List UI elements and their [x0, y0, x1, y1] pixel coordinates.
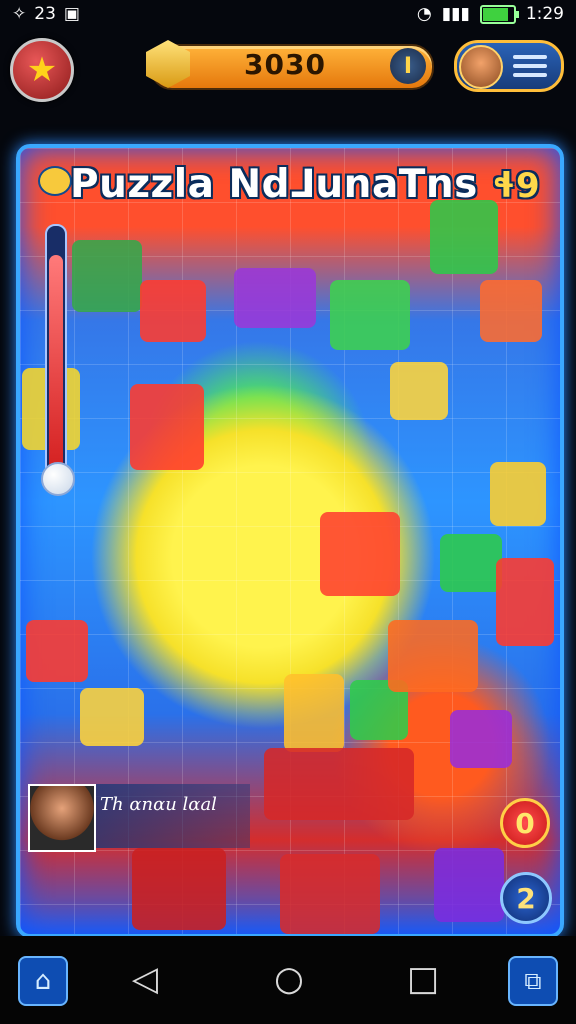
- home-circle-button[interactable]: ○: [266, 956, 312, 1002]
- puzzle-piece[interactable]: [80, 688, 144, 746]
- progress-fill: [49, 255, 63, 476]
- home-icon: ⌂: [34, 966, 52, 996]
- puzzle-piece[interactable]: [280, 854, 380, 934]
- red-count-badge[interactable]: 0: [500, 798, 550, 848]
- status-bar: ✧ 23 ▣ ◔ ▮▮▮ 1:29: [0, 0, 576, 30]
- sync-icon: ✧: [12, 4, 27, 24]
- puzzle-board[interactable]: Puzzla Nd⅃unaTns ɬ9 Th ɑnɑu lɑal 0 2: [16, 144, 564, 938]
- menu-icon: [513, 55, 547, 82]
- puzzle-piece[interactable]: [490, 462, 546, 526]
- status-left: ✧ 23 ▣: [12, 4, 80, 24]
- puzzle-piece[interactable]: [140, 280, 206, 342]
- puzzle-piece[interactable]: [434, 848, 504, 922]
- board-title: Puzzla Nd⅃unaTns ɬ9: [70, 162, 540, 207]
- player-card: Th ɑnɑu lɑal: [28, 784, 250, 852]
- puzzle-piece[interactable]: [480, 280, 542, 342]
- score-action-button[interactable]: I: [390, 48, 426, 84]
- wifi-icon: ◔: [416, 4, 432, 24]
- player-name: Th ɑnɑu lɑal: [100, 794, 217, 815]
- progress-track: [45, 224, 67, 478]
- puzzle-piece[interactable]: [132, 848, 226, 930]
- recents-button[interactable]: □: [400, 956, 446, 1002]
- board-title-suffix: ɬ9: [491, 166, 541, 206]
- puzzle-piece[interactable]: [234, 268, 316, 328]
- home-button[interactable]: ⌂: [18, 956, 68, 1006]
- puzzle-piece[interactable]: [496, 558, 554, 646]
- board-title-text: Puzzla Nd⅃unaTns: [70, 162, 478, 207]
- avatar: [459, 45, 503, 89]
- clock: 1:29: [525, 4, 564, 24]
- progress-handle[interactable]: [41, 462, 75, 496]
- screenshot-icon: ▣: [63, 4, 80, 24]
- puzzle-piece[interactable]: [264, 748, 414, 820]
- score-value: 3030: [244, 48, 326, 81]
- puzzle-piece[interactable]: [72, 240, 142, 312]
- back-icon: ◁: [131, 959, 159, 999]
- status-right: ◔ ▮▮▮ 1:29: [417, 4, 564, 24]
- puzzle-piece[interactable]: [430, 200, 498, 274]
- puzzle-piece[interactable]: [26, 620, 88, 682]
- puzzle-piece[interactable]: [320, 512, 400, 596]
- tasks-icon: ⧉: [524, 967, 542, 995]
- profile-menu-button[interactable]: [454, 40, 564, 92]
- puzzle-piece[interactable]: [388, 620, 478, 692]
- status-left-number: 23: [34, 4, 56, 24]
- battery-icon: [479, 4, 519, 24]
- puzzle-piece[interactable]: [330, 280, 410, 350]
- star-icon: ★: [26, 50, 58, 90]
- top-hud: ★ 3030 I: [0, 30, 576, 110]
- back-button[interactable]: ◁: [122, 956, 168, 1002]
- recents-icon: □: [406, 959, 440, 999]
- puzzle-piece[interactable]: [284, 674, 344, 752]
- player-avatar: [28, 784, 96, 852]
- signal-icon: ▮▮▮: [441, 4, 470, 24]
- blue-count-badge[interactable]: 2: [500, 872, 552, 924]
- tasks-button[interactable]: ⧉: [508, 956, 558, 1006]
- navigation-bar: ⌂ ◁ ○ □ ⧉: [0, 936, 576, 1024]
- battery-fill: [482, 7, 508, 21]
- puzzle-piece[interactable]: [450, 710, 512, 768]
- title-icon: [38, 166, 72, 196]
- puzzle-piece[interactable]: [130, 384, 204, 470]
- home-circle-icon: ○: [274, 959, 304, 999]
- star-button[interactable]: ★: [10, 38, 74, 102]
- puzzle-piece[interactable]: [390, 362, 448, 420]
- puzzle-piece[interactable]: [440, 534, 502, 592]
